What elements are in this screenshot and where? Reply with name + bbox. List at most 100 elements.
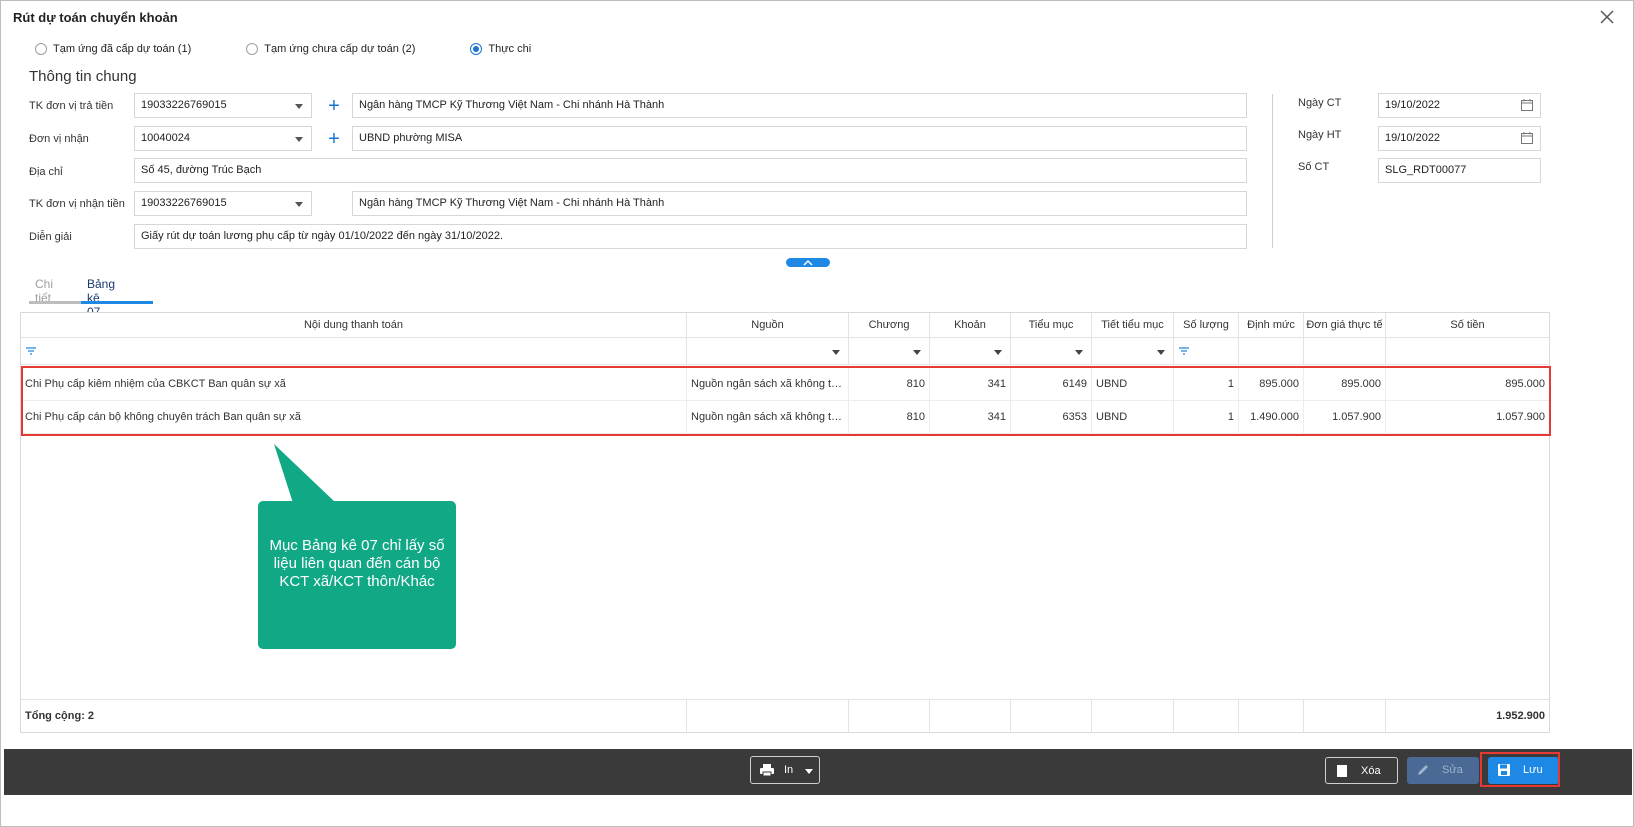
- payer-account-value: 19033226769015: [141, 99, 227, 111]
- total-cell: [687, 700, 849, 733]
- doc-date-label: Ngày CT: [1298, 97, 1342, 109]
- tab-detail[interactable]: Chi tiết: [35, 277, 53, 313]
- radio-label: Tạm ứng chưa cấp dự toán (2): [264, 43, 416, 55]
- filter-cell: [1386, 338, 1549, 365]
- receiver-label: Đơn vị nhận: [29, 133, 89, 145]
- save-highlight-box: [1480, 752, 1560, 787]
- section-title: Thông tin chung: [29, 68, 137, 85]
- post-date-picker[interactable]: 19/10/2022: [1378, 126, 1541, 151]
- add-receiver-plus-icon[interactable]: +: [326, 129, 342, 149]
- receiver-account-value: 19033226769015: [141, 197, 227, 209]
- total-label: Tổng cộng: 2: [21, 700, 687, 733]
- filter-cell[interactable]: [1092, 338, 1174, 365]
- receiver-account-label: TK đơn vị nhận tiền: [29, 198, 125, 210]
- receiver-account-select[interactable]: 19033226769015: [134, 191, 312, 216]
- filter-icon[interactable]: [26, 347, 36, 355]
- address-label: Địa chỉ: [29, 166, 63, 178]
- form-divider: [1272, 94, 1273, 248]
- address-field[interactable]: Số 45, đường Trúc Bạch: [134, 158, 1247, 183]
- print-label: In: [784, 764, 794, 776]
- filter-cell[interactable]: [687, 338, 849, 365]
- filter-cell[interactable]: [1011, 338, 1092, 365]
- add-payer-account-plus-icon[interactable]: +: [326, 96, 342, 116]
- footer-toolbar: In Xóa Sửa Lưu: [4, 749, 1632, 795]
- receiver-name-field[interactable]: UBND phường MISA: [352, 126, 1247, 151]
- post-date-label: Ngày HT: [1298, 129, 1342, 141]
- doc-date-picker[interactable]: 19/10/2022: [1378, 93, 1541, 118]
- column-header[interactable]: Đơn giá thực tế: [1304, 313, 1386, 338]
- table-total-row: Tổng cộng: 2 1.952.900: [21, 699, 1549, 733]
- filter-row: [21, 338, 1549, 365]
- filter-cell[interactable]: [849, 338, 930, 365]
- chevron-down-icon[interactable]: [1075, 350, 1083, 355]
- chevron-down-icon[interactable]: [913, 350, 921, 355]
- delete-label: Xóa: [1361, 765, 1381, 777]
- total-cell: [930, 700, 1011, 733]
- column-header[interactable]: Chương: [849, 313, 930, 338]
- radio-selected-icon: [470, 43, 483, 55]
- printer-icon: [760, 764, 774, 777]
- total-amount: 1.952.900: [1496, 710, 1545, 722]
- payer-account-select[interactable]: 19033226769015: [134, 93, 312, 118]
- chevron-down-icon: [295, 202, 303, 207]
- chevron-down-icon: [805, 769, 813, 774]
- column-header[interactable]: Tiết tiểu mục: [1092, 313, 1174, 338]
- radio-advance-allocated[interactable]: Tạm ứng đã cấp dự toán (1): [35, 43, 191, 55]
- total-cell: [849, 700, 930, 733]
- pencil-icon: [1418, 765, 1428, 775]
- total-cell: [1174, 700, 1239, 733]
- chevron-down-icon[interactable]: [832, 350, 840, 355]
- filter-cell[interactable]: [1174, 338, 1239, 365]
- dialog-title: Rút dự toán chuyển khoản: [13, 10, 178, 25]
- rows-highlight-box: [21, 366, 1551, 436]
- filter-cell: [1239, 338, 1304, 365]
- chevron-up-icon: [803, 259, 813, 266]
- filter-icon[interactable]: [1179, 347, 1189, 355]
- column-header[interactable]: Khoản: [930, 313, 1011, 338]
- collapse-button[interactable]: [786, 258, 830, 267]
- filter-cell: [1304, 338, 1386, 365]
- calendar-icon: [1521, 132, 1533, 144]
- total-cell: [1304, 700, 1386, 733]
- table-header: Nội dung thanh toán Nguồn Chương Khoản T…: [21, 313, 1549, 338]
- radio-label: Tạm ứng đã cấp dự toán (1): [53, 43, 192, 55]
- calendar-icon: [1521, 99, 1533, 111]
- doc-no-field[interactable]: SLG_RDT00077: [1378, 158, 1541, 183]
- edit-button[interactable]: Sửa: [1407, 757, 1479, 784]
- column-header[interactable]: Nội dung thanh toán: [21, 313, 687, 338]
- filter-cell[interactable]: [21, 338, 687, 365]
- column-header[interactable]: Số tiền: [1386, 313, 1549, 338]
- description-field[interactable]: Giấy rút dự toán lương phụ cấp từ ngày 0…: [134, 224, 1247, 249]
- withdraw-estimate-dialog: Rút dự toán chuyển khoản Tạm ứng đã cấp …: [0, 0, 1634, 827]
- post-date-value: 19/10/2022: [1385, 132, 1441, 144]
- column-header[interactable]: Nguồn: [687, 313, 849, 338]
- radio-label: Thực chi: [488, 43, 532, 55]
- doc-no-label: Số CT: [1298, 161, 1330, 173]
- radio-advance-unallocated[interactable]: Tạm ứng chưa cấp dự toán (2): [246, 43, 415, 55]
- close-icon[interactable]: [1597, 7, 1617, 27]
- filter-cell[interactable]: [930, 338, 1011, 365]
- total-cell: [1011, 700, 1092, 733]
- payer-bank-field[interactable]: Ngân hàng TMCP Kỹ Thương Việt Nam - Chi …: [352, 93, 1247, 118]
- column-header[interactable]: Tiểu mục: [1011, 313, 1092, 338]
- radio-circle-icon: [35, 43, 47, 55]
- payment-type-radio-group: Tạm ứng đã cấp dự toán (1) Tạm ứng chưa …: [35, 43, 586, 55]
- chevron-down-icon[interactable]: [1157, 350, 1165, 355]
- column-header[interactable]: Định mức: [1239, 313, 1304, 338]
- description-label: Diễn giải: [29, 231, 72, 243]
- total-cell: [1239, 700, 1304, 733]
- trash-icon: [1337, 765, 1347, 777]
- receiver-select[interactable]: 10040024: [134, 126, 312, 151]
- tab-active-underline: [81, 301, 153, 304]
- tab-underline: [29, 301, 81, 304]
- delete-button[interactable]: Xóa: [1325, 757, 1398, 784]
- radio-circle-icon: [246, 43, 259, 55]
- payer-account-label: TK đơn vị trả tiền: [29, 100, 114, 112]
- chevron-down-icon: [295, 137, 303, 142]
- radio-actual-spending[interactable]: Thực chi: [470, 43, 531, 55]
- print-button[interactable]: In: [750, 756, 820, 784]
- chevron-down-icon[interactable]: [994, 350, 1002, 355]
- edit-label: Sửa: [1442, 764, 1463, 776]
- receiver-bank-field[interactable]: Ngân hàng TMCP Kỹ Thương Việt Nam - Chi …: [352, 191, 1247, 216]
- column-header[interactable]: Số lượng: [1174, 313, 1239, 338]
